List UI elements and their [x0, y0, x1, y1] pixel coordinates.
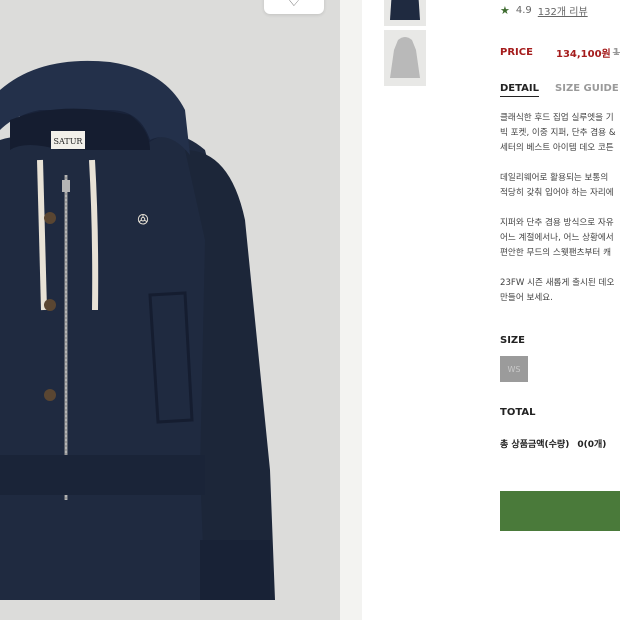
- rating-value: 4.9: [515, 5, 532, 16]
- description-paragraph: 지퍼와 단추 겸용 방식으로 자유 어느 계절에서나, 어느 상황에서 편안한 …: [500, 218, 614, 258]
- price-label: PRICE: [500, 47, 533, 58]
- total-sum-value: 0(0개): [577, 440, 607, 450]
- description-paragraph: 클래식한 후드 집업 실루엣을 기 빅 포켓, 이중 지퍼, 단추 겸용 & 세…: [500, 113, 616, 153]
- detail-tabs: DETAIL SIZE GUIDE: [500, 83, 619, 97]
- price-row: PRICE 134,100원 149: [500, 45, 620, 60]
- total-label: TOTAL: [500, 407, 536, 418]
- review-count-link[interactable]: 132개 리뷰: [538, 3, 588, 18]
- description-paragraph: 데일리웨어로 활용되는 보통의 적당히 갖춰 입어야 하는 자리에: [500, 173, 614, 198]
- description-paragraph: 23FW 시즌 새롭게 출시된 데오 만들어 보세요.: [500, 278, 615, 303]
- product-info-panel: ★ 4.9 132개 리뷰 PRICE 134,100원 149 DETAIL …: [362, 0, 620, 620]
- size-option-ws[interactable]: WS: [500, 356, 528, 382]
- product-main-image[interactable]: SATUR ꔮ ♡: [0, 0, 340, 620]
- rating-row: ★ 4.9 132개 리뷰: [500, 3, 588, 18]
- thumbnail-image: [384, 30, 426, 86]
- star-icon: ★: [500, 4, 510, 17]
- hoodie-image: SATUR ꔮ: [0, 0, 340, 620]
- tab-size-guide[interactable]: SIZE GUIDE: [555, 83, 619, 97]
- panel-gutter: [340, 0, 362, 620]
- buy-button[interactable]: [500, 491, 620, 531]
- wishlist-button[interactable]: ♡: [264, 0, 324, 14]
- thumbnail-image: [384, 0, 426, 26]
- size-label: SIZE: [500, 335, 526, 346]
- product-description: 클래식한 후드 집업 실루엣을 기 빅 포켓, 이중 지퍼, 단추 겸용 & 세…: [500, 111, 620, 321]
- tab-detail[interactable]: DETAIL: [500, 83, 540, 97]
- sale-price: 134,100원: [556, 49, 611, 60]
- total-summary: 총 상품금액(수량) 0(0개): [500, 437, 606, 450]
- thumbnail-gray[interactable]: [384, 30, 426, 86]
- heart-icon: ♡: [287, 0, 301, 10]
- svg-text:ꔮ: ꔮ: [137, 210, 149, 229]
- brand-label: SATUR: [54, 137, 84, 146]
- total-sum-label: 총 상품금액(수량): [500, 440, 570, 450]
- original-price: 149: [612, 47, 620, 58]
- thumbnail-navy[interactable]: [384, 0, 426, 26]
